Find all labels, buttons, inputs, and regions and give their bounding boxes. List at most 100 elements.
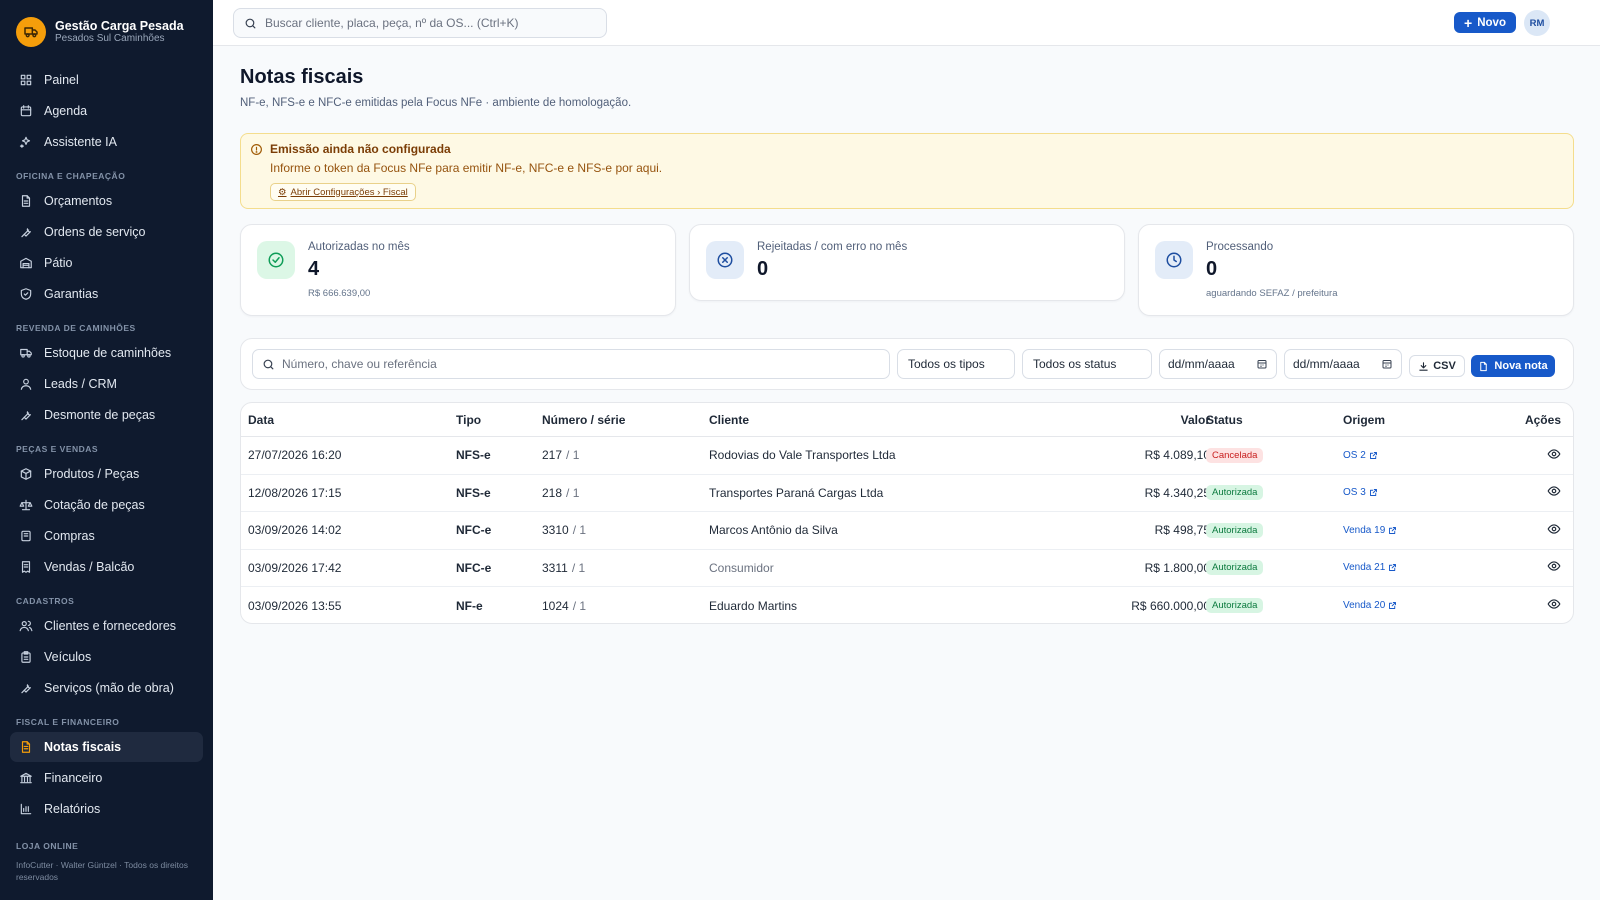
sidebar-footer-text: InfoCutter · Walter Güntzel · Todos os d… — [16, 860, 188, 882]
table-row[interactable]: 12/08/2026 17:15 NFS-e 218 / 1 Transport… — [241, 475, 1573, 512]
sidebar-item-vendas-balcao[interactable]: Vendas / Balcão — [10, 552, 203, 582]
stat-sub: aguardando SEFAZ / prefeitura — [1206, 288, 1338, 299]
truck-logo-icon — [16, 17, 46, 47]
sidebar-item-label: Compras — [44, 529, 95, 543]
status-badge: Cancelada — [1206, 447, 1264, 463]
sidebar-item-estoque-de-caminhoes[interactable]: Estoque de caminhões — [10, 338, 203, 368]
sidebar-item-orcamentos[interactable]: Orçamentos — [10, 186, 203, 216]
header-status[interactable]: Status — [1206, 403, 1243, 436]
sidebar-item-financeiro[interactable]: Financeiro — [10, 763, 203, 793]
status-select[interactable]: Todos os status — [1022, 349, 1152, 379]
view-eye-icon[interactable] — [1547, 484, 1561, 501]
date-from-input[interactable]: dd/mm/aaaa — [1159, 349, 1277, 379]
sidebar-item-veiculos[interactable]: Veículos — [10, 642, 203, 672]
sidebar-item-servicos-mao-de-obra[interactable]: Serviços (mão de obra) — [10, 673, 203, 703]
view-eye-icon[interactable] — [1547, 522, 1561, 539]
warehouse-icon — [19, 256, 33, 270]
stat-card: Rejeitadas / com erro no mês 0 — [689, 224, 1125, 301]
invoice-icon — [19, 740, 33, 754]
invoice-search-input[interactable]: Número, chave ou referência — [252, 349, 890, 379]
cell-acoes — [1547, 475, 1561, 512]
origin-link[interactable]: OS 2 — [1343, 450, 1378, 461]
shield-icon — [19, 287, 33, 301]
invoice-number: 217 — [542, 448, 563, 463]
origin-link[interactable]: OS 3 — [1343, 487, 1378, 498]
origin-link[interactable]: Venda 20 — [1343, 600, 1397, 611]
cell-data: 03/09/2026 17:42 — [248, 560, 342, 575]
new-invoice-button[interactable]: Nova nota — [1471, 355, 1555, 377]
sidebar-item-painel[interactable]: Painel — [10, 65, 203, 95]
global-search-input[interactable]: Buscar cliente, placa, peça, nº da OS...… — [233, 8, 607, 38]
origin-link[interactable]: Venda 21 — [1343, 562, 1397, 573]
cell-acoes — [1547, 437, 1561, 474]
brand[interactable]: Gestão Carga Pesada Pesados Sul Caminhõe… — [0, 0, 213, 64]
file-plus-icon — [1480, 361, 1488, 371]
bank-icon — [19, 771, 33, 785]
header-cliente[interactable]: Cliente — [709, 403, 749, 436]
sidebar-item-garantias[interactable]: Garantias — [10, 279, 203, 309]
global-search-placeholder: Buscar cliente, placa, peça, nº da OS...… — [265, 16, 519, 30]
sidebar-item-produtos-pecas[interactable]: Produtos / Peças — [10, 459, 203, 489]
sidebar-item-assistente-ia[interactable]: Assistente IA — [10, 127, 203, 157]
sidebar-nav: Painel Agenda Assistente IA OFICINA E CHA… — [0, 65, 213, 887]
invoice-number: 1024 — [542, 598, 569, 613]
alert-text: Informe o token da Focus NFe para emitir… — [270, 161, 663, 175]
sidebar-item-label: Desmonte de peças — [44, 408, 156, 422]
header-acoes: Ações — [1524, 412, 1561, 427]
page-title: Notas fiscais — [240, 66, 364, 88]
header-origem[interactable]: Origem — [1343, 403, 1385, 436]
box-icon — [19, 467, 33, 481]
table-row[interactable]: 03/09/2026 13:55 NF-e 1024 / 1 Eduardo M… — [241, 587, 1573, 623]
sidebar-item-relatorios[interactable]: Relatórios — [10, 794, 203, 824]
type-select[interactable]: Todos os tipos — [897, 349, 1015, 379]
sidebar-item-label: Veículos — [44, 650, 92, 664]
clipboard-icon — [19, 650, 33, 664]
cell-data: 03/09/2026 13:55 — [248, 598, 342, 613]
date-to-input[interactable]: dd/mm/aaaa — [1284, 349, 1402, 379]
filter-bar: Número, chave ou referência Todos os tip… — [240, 338, 1574, 390]
sidebar-item-cotacao-de-pecas[interactable]: Cotação de peças — [10, 490, 203, 520]
header-tipo[interactable]: Tipo — [456, 403, 481, 436]
cell-status: Autorizada — [1206, 512, 1264, 549]
download-icon — [1419, 361, 1428, 371]
cell-numero: 3311 / 1 — [542, 550, 585, 587]
cell-acoes — [1547, 512, 1561, 549]
sidebar-item-compras[interactable]: Compras — [10, 521, 203, 551]
cell-valor: R$ 4.089,10 — [1144, 448, 1210, 463]
open-fiscal-settings-link[interactable]: ⚙ Abrir Configurações › Fiscal — [270, 183, 416, 201]
sidebar-item-ordens-de-servico[interactable]: Ordens de serviço — [10, 217, 203, 247]
table-row[interactable]: 03/09/2026 17:42 NFC-e 3311 / 1 Consumid… — [241, 550, 1573, 587]
sidebar-item-label: Agenda — [44, 104, 88, 118]
view-eye-icon[interactable] — [1547, 559, 1561, 576]
table-row[interactable]: 03/09/2026 14:02 NFC-e 3310 / 1 Marcos A… — [241, 512, 1573, 550]
stat-value: 4 — [308, 258, 320, 280]
bar-chart-icon — [19, 802, 33, 816]
cell-valor: R$ 498,75 — [1154, 523, 1210, 538]
external-link-icon — [1369, 489, 1377, 497]
export-csv-button[interactable]: CSV — [1409, 355, 1465, 377]
cell-origem: OS 3 — [1343, 475, 1378, 512]
view-eye-icon[interactable] — [1547, 597, 1561, 614]
invoice-number: 218 — [542, 485, 563, 500]
header-numero[interactable]: Número / série — [542, 403, 625, 436]
cell-origem: Venda 21 — [1343, 550, 1397, 587]
sidebar-item-patio[interactable]: Pátio — [10, 248, 203, 278]
cell-origem: Venda 20 — [1343, 587, 1397, 623]
cell-status: Cancelada — [1206, 437, 1264, 474]
sparkles-icon — [19, 135, 33, 149]
avatar[interactable]: RM — [1524, 10, 1550, 36]
origin-link[interactable]: Venda 19 — [1343, 525, 1397, 536]
sidebar-item-clientes-e-fornecedores[interactable]: Clientes e fornecedores — [10, 611, 203, 641]
new-invoice-label: Nova nota — [1494, 360, 1548, 372]
sidebar-item-leads-crm[interactable]: Leads / CRM — [10, 369, 203, 399]
sidebar-item-notas-fiscais[interactable]: Notas fiscais — [10, 732, 203, 762]
header-data[interactable]: Data — [248, 403, 274, 436]
view-eye-icon[interactable] — [1547, 447, 1561, 464]
sidebar-item-label: Notas fiscais — [44, 740, 122, 754]
new-button[interactable]: + Novo — [1454, 12, 1516, 33]
scale-icon — [19, 498, 33, 512]
sidebar-item-label: Serviços (mão de obra) — [44, 681, 174, 695]
sidebar-item-agenda[interactable]: Agenda — [10, 96, 203, 126]
table-row[interactable]: 27/07/2026 16:20 NFS-e 217 / 1 Rodovias … — [241, 437, 1573, 475]
sidebar-item-desmonte-de-pecas[interactable]: Desmonte de peças — [10, 400, 203, 430]
